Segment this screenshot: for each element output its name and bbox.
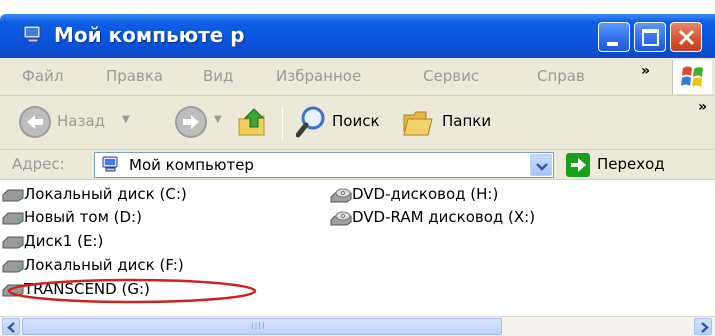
chevron-down-icon xyxy=(536,163,548,171)
scroll-right-button[interactable] xyxy=(694,318,712,335)
hard-drive-icon xyxy=(2,260,24,273)
folders-icon[interactable] xyxy=(402,105,436,139)
dvd-drive-icon xyxy=(330,188,352,203)
address-field[interactable]: Мой компьютер xyxy=(94,152,554,178)
back-dropdown-arrow[interactable]: ▼ xyxy=(122,114,130,125)
minimize-icon xyxy=(607,42,618,46)
window-title: Мой компьюте р xyxy=(54,23,245,47)
explorer-window: Мой компьюте р Файл Правка Вид Избранное… xyxy=(0,0,715,336)
folders-label[interactable]: Папки xyxy=(442,112,491,130)
toolbar-separator xyxy=(282,106,283,140)
scroll-left-button[interactable] xyxy=(2,318,20,335)
address-label: Адрес: xyxy=(12,155,65,173)
menu-edit[interactable]: Правка xyxy=(106,67,163,85)
maximize-icon xyxy=(642,29,659,46)
address-value: Мой компьютер xyxy=(129,156,254,174)
scroll-thumb[interactable]: IIII xyxy=(22,318,502,335)
chevron-right-icon xyxy=(701,322,709,333)
my-computer-icon xyxy=(23,25,41,43)
hard-drive-icon xyxy=(2,236,24,249)
menu-file[interactable]: Файл xyxy=(22,67,63,85)
my-computer-icon xyxy=(102,156,118,172)
forward-arrow-icon[interactable] xyxy=(174,105,208,139)
hard-drive-icon xyxy=(2,189,24,202)
title-bar[interactable]: Мой компьюте р xyxy=(0,14,715,58)
windows-logo xyxy=(672,60,712,94)
up-folder-icon[interactable] xyxy=(236,105,270,139)
hard-drive-icon xyxy=(2,212,24,225)
search-icon[interactable] xyxy=(296,105,326,139)
back-arrow-icon[interactable] xyxy=(18,105,52,139)
dvd-drive-icon xyxy=(330,211,352,226)
address-dropdown-button[interactable] xyxy=(530,154,552,176)
menu-overflow-chevron[interactable]: » xyxy=(641,63,650,79)
go-button-label[interactable]: Переход xyxy=(597,155,665,173)
search-label[interactable]: Поиск xyxy=(332,112,380,130)
address-bar: Адрес: Мой компьютер Переход xyxy=(0,150,715,180)
standard-toolbar: Назад ▼ ▼ Поиск Папки » xyxy=(0,96,715,150)
menu-tools[interactable]: Сервис xyxy=(423,67,479,85)
highlight-ellipse xyxy=(7,278,257,304)
file-list: Локальный диск (C:) Новый том (D:) Диск1… xyxy=(0,180,715,316)
scroll-grip: IIII xyxy=(251,322,266,332)
minimize-button[interactable] xyxy=(598,22,630,52)
forward-dropdown-arrow[interactable]: ▼ xyxy=(214,114,222,125)
close-icon xyxy=(678,29,695,46)
close-button[interactable] xyxy=(670,22,702,52)
maximize-button[interactable] xyxy=(634,22,666,52)
horizontal-scrollbar[interactable]: IIII xyxy=(0,316,715,336)
toolbar-overflow-chevron[interactable]: » xyxy=(698,99,707,115)
menu-favorites[interactable]: Избранное xyxy=(276,67,361,85)
windows-flag-icon xyxy=(681,66,703,87)
go-arrow-icon[interactable] xyxy=(566,153,590,177)
chevron-left-icon xyxy=(7,322,15,333)
menu-bar: Файл Правка Вид Избранное Сервис Справ » xyxy=(0,58,715,96)
menu-view[interactable]: Вид xyxy=(203,67,233,85)
back-label[interactable]: Назад xyxy=(57,112,105,130)
menu-help[interactable]: Справ xyxy=(537,67,585,85)
